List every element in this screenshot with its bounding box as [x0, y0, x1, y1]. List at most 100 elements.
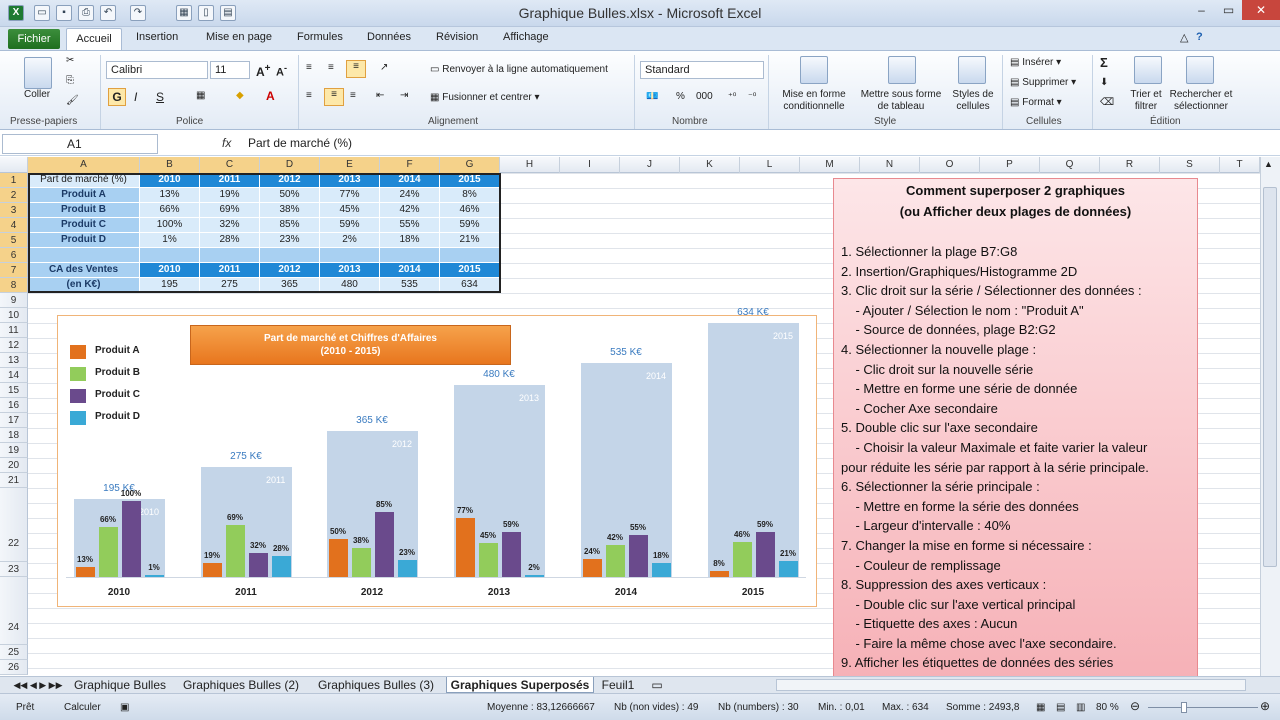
table-cell[interactable]: 21%	[440, 233, 500, 248]
table-header-cell[interactable]: 2012	[260, 173, 320, 188]
underline-button[interactable]: S	[156, 90, 164, 104]
macro-icon[interactable]: ▣	[120, 702, 129, 713]
series-bar[interactable]	[779, 561, 798, 577]
sales-header-cell[interactable]: CA des Ventes	[28, 263, 140, 278]
row-header[interactable]: 18	[0, 428, 28, 443]
secondary-bar[interactable]	[581, 363, 672, 577]
series-bar[interactable]	[606, 545, 625, 577]
sales-cell[interactable]: 480	[320, 278, 380, 293]
page-layout-icon[interactable]: ▤	[1056, 702, 1065, 713]
table-cell[interactable]: 55%	[380, 218, 440, 233]
orientation-icon[interactable]: ↗	[380, 62, 388, 73]
series-bar[interactable]	[652, 563, 671, 577]
row-header[interactable]: 6	[0, 248, 28, 263]
column-header[interactable]: F	[380, 157, 440, 173]
cell-styles-button[interactable]: Styles de cellules	[948, 89, 998, 113]
fill-icon[interactable]: ⬇	[1100, 77, 1108, 88]
vertical-scrollbar[interactable]: ▲	[1260, 157, 1280, 677]
series-bar[interactable]	[375, 512, 394, 577]
column-header[interactable]: E	[320, 157, 380, 173]
align-right-icon[interactable]: ≡	[350, 90, 356, 101]
tab-mise-en-page[interactable]: Mise en page	[206, 31, 272, 43]
wrap-text-button[interactable]: ▭ Renvoyer à la ligne automatiquement	[430, 64, 608, 75]
sales-header-cell[interactable]: 2015	[440, 263, 500, 278]
table-cell[interactable]: Produit D	[28, 233, 140, 248]
decrease-decimal-icon[interactable]: ⁻⁰	[748, 91, 756, 102]
align-left-icon[interactable]: ≡	[306, 90, 312, 101]
sales-header-cell[interactable]: 2014	[380, 263, 440, 278]
table-cell[interactable]: 1%	[140, 233, 200, 248]
column-header[interactable]: S	[1160, 157, 1220, 173]
column-header[interactable]: L	[740, 157, 800, 173]
status-calculate[interactable]: Calculer	[64, 702, 101, 713]
font-size-select[interactable]: 11	[210, 61, 250, 79]
sort-filter-button[interactable]: Trier et filtrer	[1126, 89, 1166, 113]
sales-header-cell[interactable]: 2012	[260, 263, 320, 278]
row-header[interactable]: 23	[0, 562, 28, 577]
minimize-icon[interactable]: –	[1188, 0, 1215, 20]
row-header[interactable]: 2	[0, 188, 28, 203]
zoom-level[interactable]: 80 %	[1096, 702, 1119, 713]
zoom-slider[interactable]	[1148, 707, 1258, 708]
formula-input[interactable]: Part de marché (%)	[248, 136, 352, 150]
clear-icon[interactable]: ⌫	[1100, 97, 1114, 108]
tab-formules[interactable]: Formules	[297, 31, 343, 43]
series-bar[interactable]	[226, 524, 245, 577]
table-cell[interactable]: Produit B	[28, 203, 140, 218]
column-header[interactable]: B	[140, 157, 200, 173]
find-select-icon[interactable]	[1186, 56, 1214, 84]
table-cell[interactable]: 8%	[440, 188, 500, 203]
tab-accueil[interactable]: Accueil	[66, 28, 122, 51]
number-format-select[interactable]: Standard	[640, 61, 764, 79]
series-bar[interactable]	[99, 526, 118, 577]
row-header[interactable]: 25	[0, 645, 28, 660]
table-cell[interactable]: 13%	[140, 188, 200, 203]
table-cell[interactable]: 38%	[260, 203, 320, 218]
column-header[interactable]: I	[560, 157, 620, 173]
series-bar[interactable]	[76, 567, 95, 577]
tab-fichier[interactable]: Fichier	[8, 29, 60, 49]
series-bar[interactable]	[456, 518, 475, 577]
paste-icon[interactable]	[24, 57, 52, 89]
series-bar[interactable]	[203, 562, 222, 577]
row-header[interactable]: 15	[0, 383, 28, 398]
format-table-icon[interactable]	[888, 56, 916, 84]
table-cell[interactable]: 32%	[200, 218, 260, 233]
increase-indent-icon[interactable]: ⇥	[400, 90, 408, 101]
series-bar[interactable]	[479, 542, 498, 577]
sales-cell[interactable]: 275	[200, 278, 260, 293]
align-top-icon[interactable]: ≡	[306, 62, 312, 73]
tab-donnees[interactable]: Données	[367, 31, 411, 43]
sales-cell[interactable]: 535	[380, 278, 440, 293]
column-header[interactable]: O	[920, 157, 980, 173]
sheet-tab[interactable]: Graphiques Bulles (3)	[312, 677, 440, 693]
column-header[interactable]: K	[680, 157, 740, 173]
cut-icon[interactable]: ✂	[66, 55, 74, 66]
paste-button[interactable]: Coller	[24, 89, 50, 100]
row-header[interactable]: 4	[0, 218, 28, 233]
series-bar[interactable]	[272, 555, 291, 577]
row-header[interactable]: 11	[0, 323, 28, 338]
empty-cell[interactable]	[380, 248, 440, 263]
table-header-cell[interactable]: Part de marché (%)	[28, 173, 140, 188]
column-header[interactable]: A	[28, 157, 140, 173]
select-all-corner[interactable]	[0, 157, 28, 173]
table-header-cell[interactable]: 2011	[200, 173, 260, 188]
table-cell[interactable]: 50%	[260, 188, 320, 203]
table-cell[interactable]: Produit C	[28, 218, 140, 233]
column-header[interactable]: J	[620, 157, 680, 173]
empty-cell[interactable]	[260, 248, 320, 263]
sheet-nav-icon[interactable]: ◀◀ ◀ ▶ ▶▶	[8, 677, 68, 693]
table-cell[interactable]: 85%	[260, 218, 320, 233]
series-bar[interactable]	[249, 552, 268, 577]
table-header-cell[interactable]: 2010	[140, 173, 200, 188]
sheet-tab-active[interactable]: Graphiques Superposés	[446, 677, 594, 693]
name-box[interactable]: A1	[2, 134, 158, 154]
decrease-indent-icon[interactable]: ⇤	[376, 90, 384, 101]
column-header[interactable]: T	[1220, 157, 1260, 173]
instructions-note[interactable]: Comment superposer 2 graphiques (ou Affi…	[833, 178, 1198, 688]
series-bar[interactable]	[733, 542, 752, 577]
font-color-icon[interactable]: A	[266, 89, 275, 103]
row-header[interactable]: 16	[0, 398, 28, 413]
scroll-up-icon[interactable]: ▲	[1264, 159, 1273, 169]
